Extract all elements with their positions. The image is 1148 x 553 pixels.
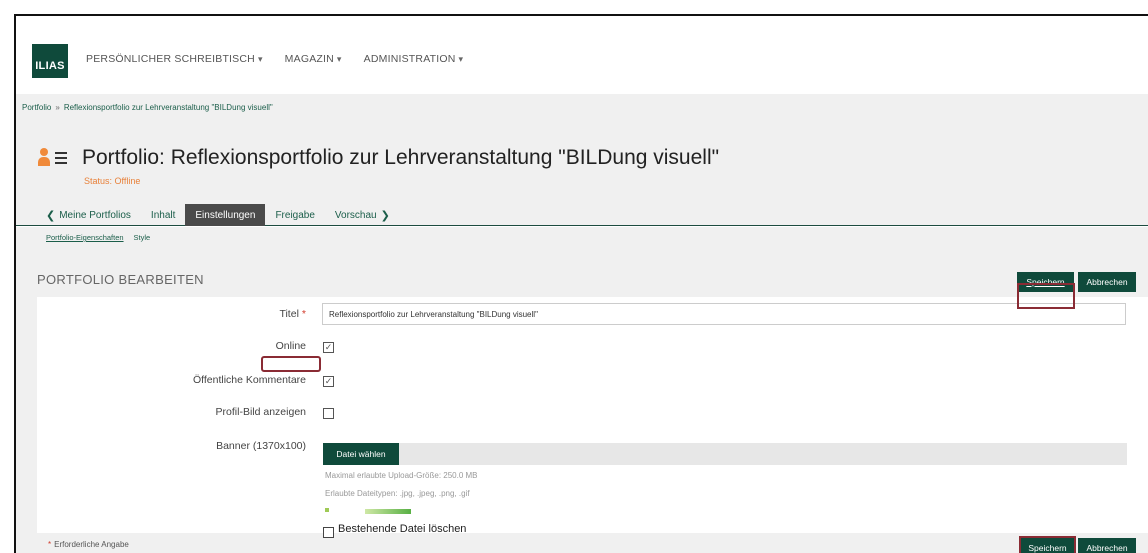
breadcrumb-separator: »: [55, 103, 60, 112]
chevron-down-icon: ▾: [336, 54, 342, 64]
nav-label: ADMINISTRATION: [363, 53, 456, 65]
chevron-right-icon: ❯: [380, 209, 390, 222]
title-input[interactable]: [322, 303, 1126, 325]
subtab-portfolio-eigenschaften[interactable]: Portfolio-Eigenschaften: [46, 233, 124, 242]
status-text: Status: Offline: [84, 176, 141, 186]
ilias-logo[interactable]: ILIAS: [32, 44, 68, 78]
comments-label: Öffentliche Kommentare: [192, 374, 306, 386]
subtab-bar: Portfolio-Eigenschaften Style: [16, 227, 1148, 249]
page-header: Portfolio: Reflexionsportfolio zur Lehrv…: [16, 124, 1148, 204]
profile-pic-label: Profil-Bild anzeigen: [215, 406, 306, 418]
portfolio-icon: [38, 148, 80, 174]
delete-file-checkbox[interactable]: [323, 527, 334, 538]
required-note-text: Erforderliche Angabe: [54, 540, 129, 549]
banner-label: Banner (1370x100): [216, 440, 306, 452]
breadcrumb: Portfolio » Reflexionsportfolio zur Lehrve…: [22, 103, 273, 112]
highlight-box-save-top: [1017, 283, 1075, 309]
chevron-down-icon: ▾: [257, 54, 263, 64]
tab-freigabe[interactable]: Freigabe: [265, 204, 324, 226]
comments-checkbox[interactable]: ✓: [323, 376, 334, 387]
delete-file-label: Bestehende Datei löschen: [338, 523, 467, 535]
online-label: Online: [275, 340, 306, 352]
breadcrumb-item-current[interactable]: Reflexionsportfolio zur Lehrveranstaltun…: [64, 103, 273, 112]
top-bar: ILIAS PERSÖNLICHER SCHREIBTISCH ▾ MAGAZIN…: [16, 16, 1148, 94]
allowed-types-hint: Erlaubte Dateitypen: .jpg, .jpeg, .png, …: [325, 489, 470, 498]
tab-back-my-portfolios[interactable]: ❮ Meine Portfolios: [32, 204, 141, 226]
breadcrumb-item-portfolio[interactable]: Portfolio: [22, 103, 51, 112]
required-mark: *: [301, 308, 306, 320]
app-frame: ILIAS PERSÖNLICHER SCHREIBTISCH ▾ MAGAZIN…: [14, 14, 1148, 553]
chevron-down-icon: ▾: [458, 54, 464, 64]
highlight-box-save-bottom: [1019, 536, 1076, 553]
title-label-text: Titel: [279, 308, 299, 320]
page-title: Portfolio: Reflexionsportfolio zur Lehrv…: [82, 146, 720, 169]
file-upload-field[interactable]: Datei wählen: [323, 443, 1127, 465]
breadcrumb-bar: Portfolio » Reflexionsportfolio zur Lehrve…: [16, 94, 1148, 124]
tab-label: Vorschau: [334, 209, 377, 221]
tab-label: Meine Portfolios: [59, 209, 131, 221]
tab-vorschau[interactable]: Vorschau ❯: [325, 204, 404, 226]
form-heading: PORTFOLIO BEARBEITEN: [37, 272, 204, 287]
online-checkbox[interactable]: ✓: [323, 342, 334, 353]
tab-inhalt[interactable]: Inhalt: [141, 204, 185, 226]
nav-administration[interactable]: ADMINISTRATION ▾: [364, 53, 464, 65]
nav-label: PERSÖNLICHER SCHREIBTISCH: [86, 53, 255, 65]
tab-einstellungen[interactable]: Einstellungen: [185, 204, 266, 226]
nav-magazin[interactable]: MAGAZIN ▾: [285, 53, 342, 65]
highlight-box-online: [261, 356, 321, 372]
choose-file-button[interactable]: Datei wählen: [323, 443, 399, 465]
nav-label: MAGAZIN: [284, 53, 334, 65]
required-mark: *: [48, 540, 52, 549]
banner-preview-image: [325, 506, 415, 514]
chevron-left-icon: ❮: [46, 209, 56, 222]
profile-pic-checkbox[interactable]: [323, 408, 334, 419]
form-body: Titel* Online ✓ Öffentliche Kommentare ✓…: [37, 297, 1148, 538]
subtab-style[interactable]: Style: [134, 233, 151, 242]
nav-personal-desktop[interactable]: PERSÖNLICHER SCHREIBTISCH ▾: [86, 53, 263, 65]
main-navigation: PERSÖNLICHER SCHREIBTISCH ▾ MAGAZIN ▾ ADMI…: [86, 53, 463, 65]
max-upload-hint: Maximal erlaubte Upload-Größe: 250.0 MB: [325, 471, 478, 480]
title-label: Titel *: [279, 308, 306, 320]
cancel-button-top[interactable]: Abbrechen: [1078, 272, 1136, 292]
tab-bar: ❮ Meine Portfolios Inhalt Einstellungen F…: [16, 204, 1148, 226]
cancel-button-bottom[interactable]: Abbrechen: [1078, 538, 1136, 553]
required-note: * Erforderliche Angabe: [48, 540, 129, 549]
